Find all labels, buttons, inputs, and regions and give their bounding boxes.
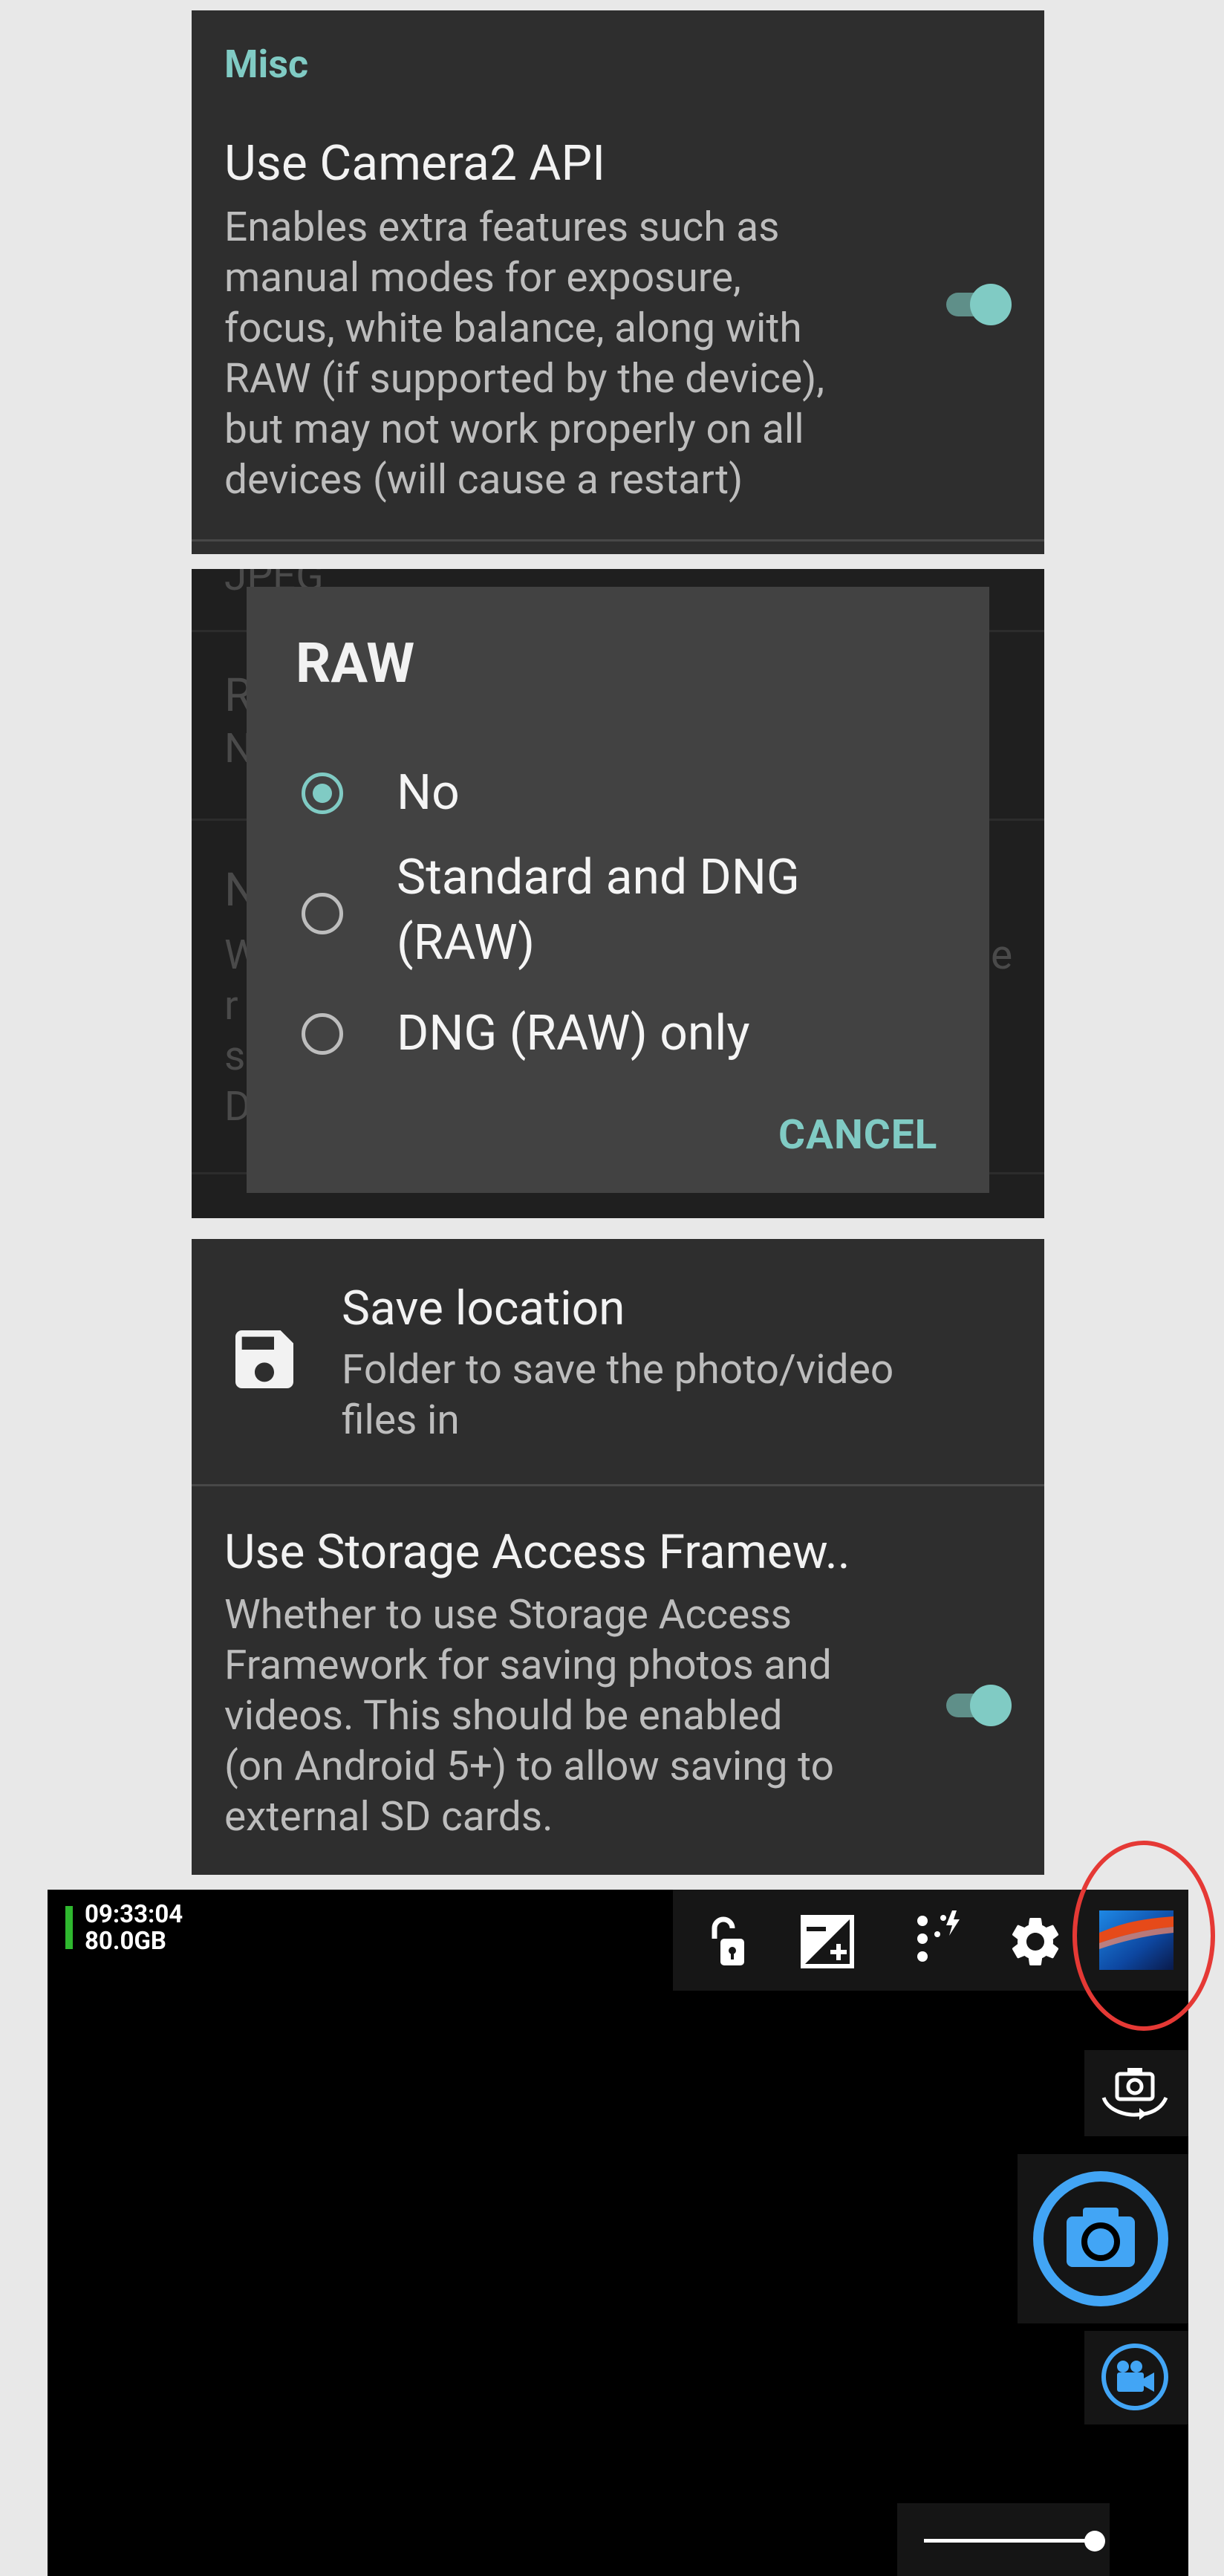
- saf-title: Use Storage Access Framew..: [224, 1524, 850, 1580]
- free-space-label: 80.0GB: [85, 1927, 166, 1956]
- camera2-toggle[interactable]: [940, 281, 1012, 328]
- background-setting-text: s: [224, 1032, 246, 1080]
- exposure-icon[interactable]: [798, 1912, 857, 1974]
- cancel-button[interactable]: CANCEL: [778, 1111, 937, 1159]
- divider: [192, 1484, 1044, 1486]
- flash-auto-icon[interactable]: [911, 1909, 970, 1976]
- camera2-description: Enables extra features such as manual mo…: [224, 202, 824, 505]
- option-label-line: Standard and DNG: [397, 849, 800, 906]
- time-label: 09:33:04: [85, 1900, 183, 1929]
- saf-description-line: Framework for saving photos and: [224, 1642, 832, 1689]
- unlock-icon[interactable]: [700, 1912, 759, 1974]
- radio-standard-and-dng[interactable]: [302, 893, 343, 934]
- shutter-button-icon[interactable]: [1032, 2170, 1169, 2310]
- zoom-slider-track: [924, 2539, 1090, 2543]
- zoom-slider-thumb[interactable]: [1084, 2531, 1105, 2551]
- divider: [192, 539, 1044, 541]
- background-setting-text: r: [224, 982, 238, 1030]
- option-label-line: (RAW): [397, 914, 536, 972]
- saf-description-line: (on Android 5+) to allow saving to: [224, 1743, 834, 1790]
- zoom-slider[interactable]: [924, 2531, 1124, 2551]
- raw-dialog-panel: JPEG R N N W r s D e RAW No Standard and…: [192, 569, 1044, 1218]
- camera2-description-line: manual modes for exposure,: [224, 254, 741, 302]
- option-dng-only-label[interactable]: DNG (RAW) only: [397, 1001, 750, 1067]
- section-header-misc: Misc: [224, 42, 309, 87]
- gear-icon[interactable]: [1006, 1912, 1065, 1974]
- camera-preview: 09:33:04 80.0GB: [48, 1890, 1188, 2576]
- save-location-description-line: files in: [342, 1396, 460, 1444]
- misc-settings-panel: Misc Use Camera2 API Enables extra featu…: [192, 10, 1044, 554]
- option-standard-dng-label[interactable]: Standard and DNG (RAW): [397, 845, 800, 976]
- radio-dot: [313, 784, 332, 803]
- radio-dng-only[interactable]: [302, 1013, 343, 1055]
- saf-description: Whether to use Storage Access Framework …: [224, 1590, 834, 1842]
- save-location-description: Folder to save the photo/video files in: [342, 1344, 893, 1445]
- camera2-title: Use Camera2 API: [224, 135, 606, 192]
- camera2-description-line: but may not work properly on all: [224, 406, 804, 453]
- camera2-description-line: focus, white balance, along with: [224, 305, 802, 352]
- battery-indicator: [65, 1906, 73, 1949]
- save-location-description-line: Folder to save the photo/video: [342, 1346, 894, 1393]
- background-setting-text: e: [991, 931, 1013, 979]
- camera2-description-line: devices (will cause a restart): [224, 456, 743, 504]
- saf-description-line: videos. This should be enabled: [224, 1692, 783, 1740]
- camera2-description-line: RAW (if supported by the device),: [224, 355, 825, 403]
- toggle-thumb: [970, 1685, 1012, 1726]
- option-no-label[interactable]: No: [397, 761, 460, 826]
- switch-camera-icon[interactable]: [1098, 2062, 1172, 2127]
- raw-dialog: RAW No Standard and DNG (RAW) DNG (RAW) …: [247, 587, 989, 1193]
- highlight-circle: [1072, 1841, 1215, 2031]
- saf-description-line: external SD cards.: [224, 1793, 553, 1841]
- floppy-disk-icon: [226, 1321, 303, 1401]
- save-location-row[interactable]: Save location Folder to save the photo/v…: [192, 1239, 1044, 1484]
- save-location-title: Save location: [342, 1281, 625, 1336]
- storage-settings-panel: Save location Folder to save the photo/v…: [192, 1239, 1044, 1875]
- dialog-title: RAW: [296, 631, 415, 696]
- saf-description-line: Whether to use Storage Access: [224, 1591, 792, 1639]
- video-mode-icon[interactable]: [1099, 2341, 1171, 2416]
- radio-no[interactable]: [302, 773, 343, 814]
- camera2-description-line: Enables extra features such as: [224, 204, 780, 251]
- toggle-thumb: [970, 284, 1012, 325]
- saf-toggle[interactable]: [940, 1682, 1012, 1729]
